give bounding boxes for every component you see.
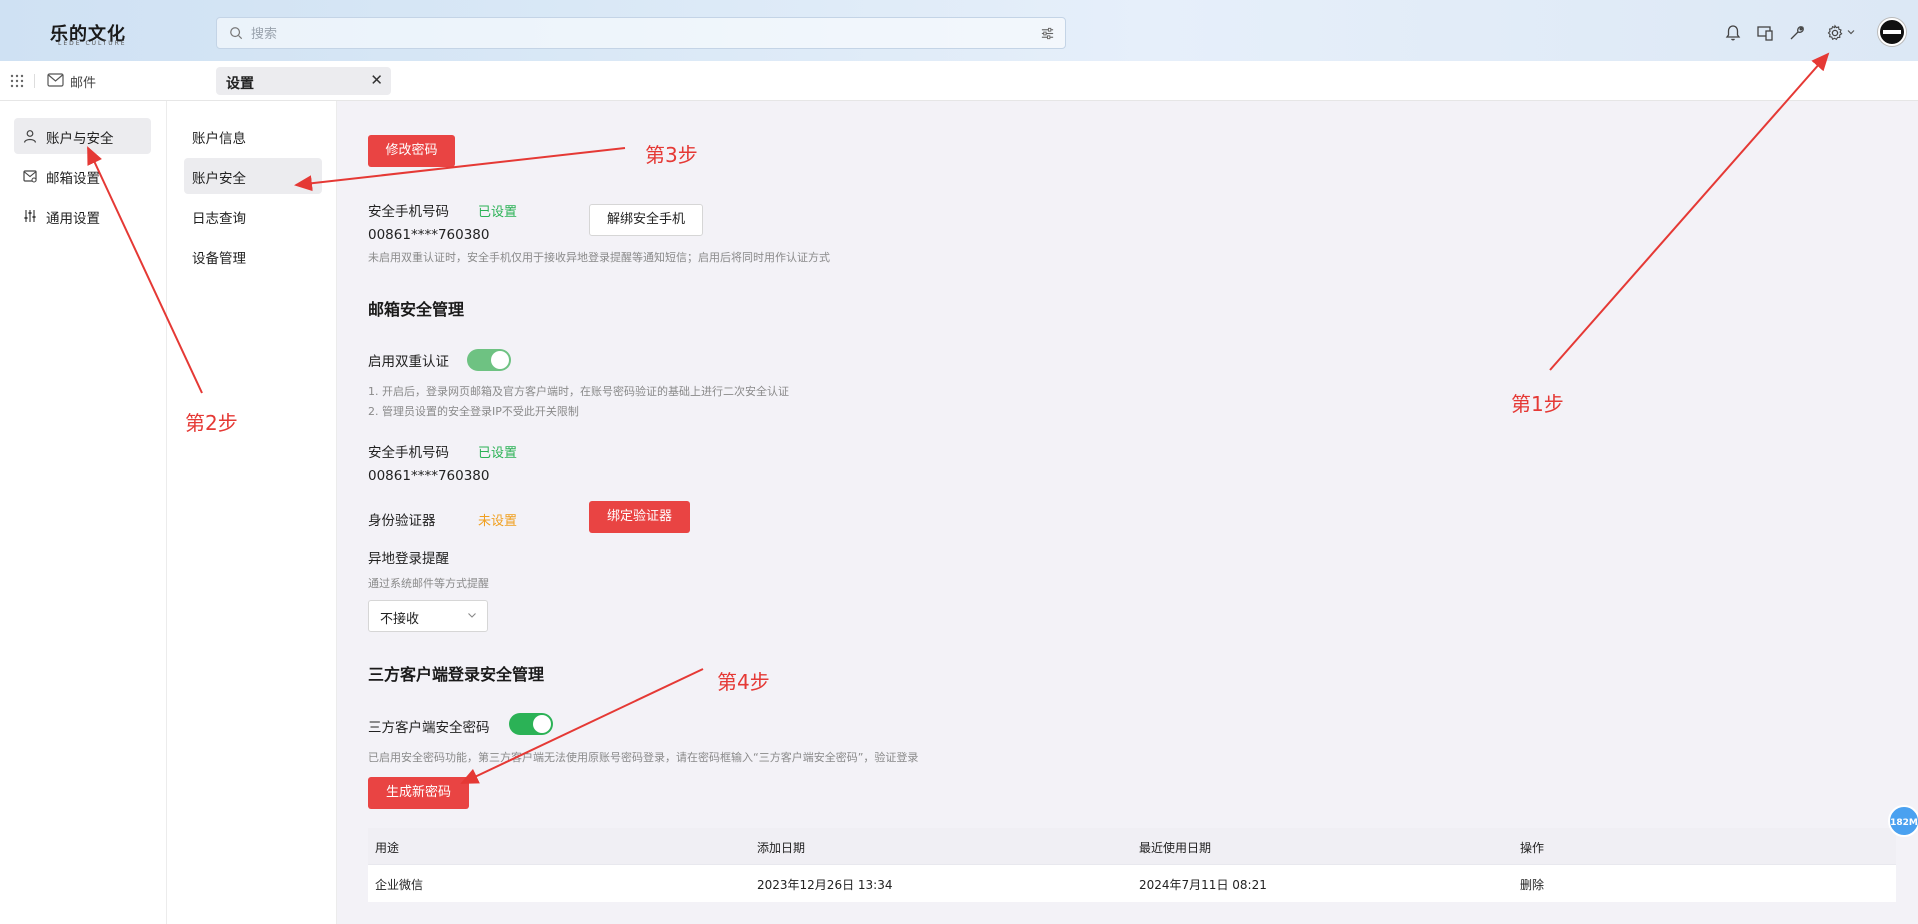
table-header: 用途 添加日期 最近使用日期 操作 (368, 828, 1896, 864)
generate-password-button[interactable]: 生成新密码 (368, 777, 469, 809)
sidebar-secondary: 账户信息 账户安全 日志查询 设备管理 (167, 101, 337, 924)
mail-app-label[interactable]: 邮件 (70, 72, 96, 91)
subnav-item-label: 日志查询 (192, 211, 246, 227)
subnav-item-account-security[interactable]: 账户安全 (184, 158, 322, 194)
subnav-item-log-query[interactable]: 日志查询 (184, 198, 322, 234)
security-phone-label: 安全手机号码 (368, 204, 449, 220)
sidebar-item-mailbox-settings[interactable]: 邮箱设置 (14, 158, 151, 194)
tab-settings-label: 设置 (226, 76, 254, 92)
cell-added-date: 2023年12月26日 13:34 (757, 878, 893, 892)
apps-grid-icon[interactable] (10, 74, 24, 88)
sidebar-item-label: 账户与安全 (46, 131, 114, 147)
top-header: 乐的文化 LEDE CULTURE (0, 0, 1918, 61)
third-party-title: 三方客户端登录安全管理 (368, 665, 545, 684)
sidebar-item-label: 邮箱设置 (46, 171, 100, 187)
two-factor-label: 启用双重认证 (368, 354, 449, 370)
change-password-button[interactable]: 修改密码 (368, 135, 455, 167)
subnav-item-label: 账户安全 (192, 171, 246, 187)
two-factor-hint-2: 2. 管理员设置的安全登录IP不受此开关限制 (368, 405, 579, 418)
annotation-step-3: 第3步 (645, 143, 698, 167)
tab-row: 邮件 设置 ✕ (0, 61, 1918, 101)
authenticator-label: 身份验证器 (368, 513, 436, 529)
filter-icon[interactable] (1040, 26, 1055, 41)
annotation-step-1: 第1步 (1511, 392, 1564, 416)
authenticator-status: 未设置 (478, 514, 518, 529)
search-box[interactable] (216, 17, 1066, 49)
column-header-action: 操作 (1520, 841, 1545, 855)
annotation-step-4: 第4步 (717, 670, 770, 694)
remote-login-value: 不接收 (380, 612, 420, 627)
mail-security-title: 邮箱安全管理 (368, 300, 465, 319)
mailbox-icon (23, 170, 37, 183)
divider (34, 74, 35, 88)
bell-icon[interactable] (1724, 24, 1742, 42)
sidebar-item-general-settings[interactable]: 通用设置 (14, 198, 151, 234)
subnav-item-account-info[interactable]: 账户信息 (184, 118, 322, 154)
remote-login-label: 异地登录提醒 (368, 551, 449, 567)
mail-icon[interactable] (47, 73, 64, 87)
bind-authenticator-button[interactable]: 绑定验证器 (589, 501, 690, 533)
sidebar-primary: 账户与安全 邮箱设置 通用设置 (0, 101, 167, 924)
sliders-icon (24, 210, 36, 222)
security-phone-status: 已设置 (478, 205, 518, 220)
subnav-item-device-management[interactable]: 设备管理 (184, 238, 322, 274)
user-icon (23, 130, 37, 143)
search-input[interactable] (251, 23, 1011, 45)
chevron-down-icon[interactable] (1846, 27, 1856, 37)
gear-icon[interactable] (1826, 24, 1844, 42)
close-icon[interactable]: ✕ (370, 71, 383, 89)
annotation-step-2: 第2步 (185, 411, 238, 435)
subnav-item-label: 账户信息 (192, 131, 246, 147)
cell-last-used: 2024年7月11日 08:21 (1139, 878, 1267, 892)
subnav-item-label: 设备管理 (192, 251, 246, 267)
tab-settings[interactable]: 设置 ✕ (216, 67, 391, 95)
third-party-password-label: 三方客户端安全密码 (368, 720, 490, 736)
settings-content: 修改密码 安全手机号码 已设置 00861****760380 解绑安全手机 未… (337, 101, 1918, 924)
remote-login-select[interactable]: 不接收 (368, 600, 488, 632)
third-party-hint: 已启用安全密码功能，第三方客户端无法使用原账号密码登录，请在密码框输入“三方客户… (368, 751, 919, 764)
app-logo-subtitle: LEDE CULTURE (58, 40, 127, 47)
sidebar-item-label: 通用设置 (46, 211, 100, 227)
avatar[interactable] (1878, 18, 1906, 46)
delete-link[interactable]: 删除 (1520, 876, 1544, 893)
sidebar-item-account-security[interactable]: 账户与安全 (14, 118, 151, 154)
cell-purpose: 企业微信 (375, 878, 424, 892)
search-icon (230, 27, 243, 40)
security-phone-hint: 未启用双重认证时，安全手机仅用于接收异地登录提醒等通知短信；启用后将同时用作认证… (368, 251, 830, 264)
two-factor-toggle[interactable] (467, 349, 511, 371)
security-phone-number: 00861****760380 (368, 227, 490, 243)
unbind-phone-button[interactable]: 解绑安全手机 (589, 204, 703, 236)
toggle-knob (491, 351, 509, 369)
security-phone-status-2: 已设置 (478, 446, 518, 461)
column-header-purpose: 用途 (375, 841, 400, 855)
column-header-last-used: 最近使用日期 (1139, 841, 1212, 855)
devices-icon[interactable] (1756, 24, 1774, 42)
chevron-down-icon (468, 613, 476, 618)
security-phone-label-2: 安全手机号码 (368, 445, 449, 461)
wrench-icon[interactable] (1788, 24, 1806, 42)
remote-login-hint: 通过系统邮件等方式提醒 (368, 577, 489, 590)
column-header-added-date: 添加日期 (757, 841, 806, 855)
two-factor-hint-1: 1. 开启后，登录网页邮箱及官方客户端时，在账号密码验证的基础上进行二次安全认证 (368, 385, 789, 398)
third-party-password-toggle[interactable] (509, 713, 553, 735)
storage-usage-badge[interactable]: 182M (1888, 805, 1918, 837)
security-phone-number-2: 00861****760380 (368, 468, 490, 484)
table-row: 企业微信 2023年12月26日 13:34 2024年7月11日 08:21 … (368, 864, 1896, 902)
toggle-knob (533, 715, 551, 733)
